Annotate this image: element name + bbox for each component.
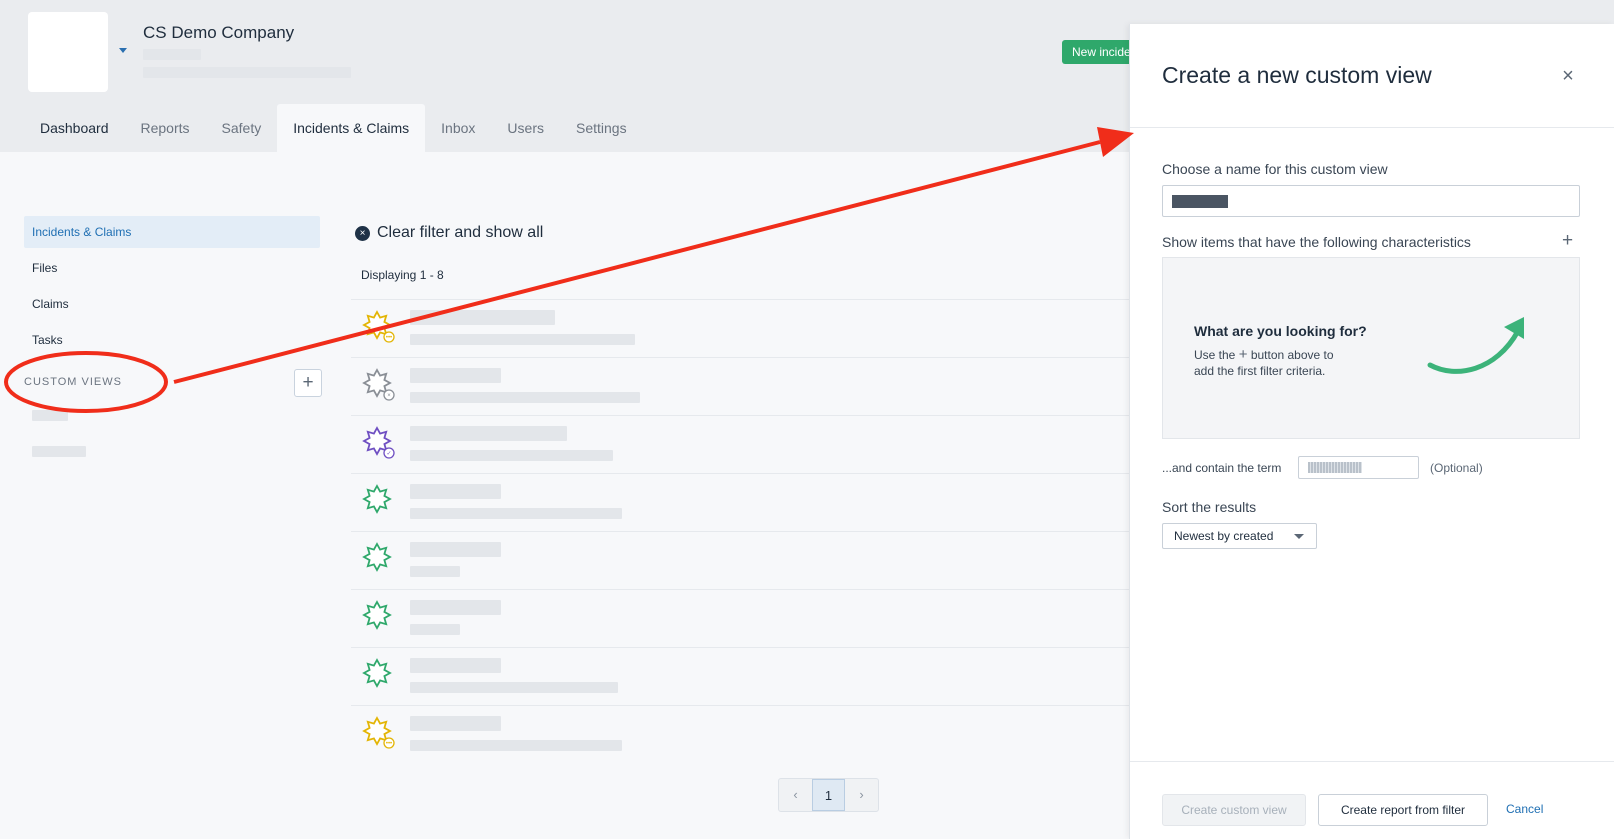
tab-reports[interactable]: Reports — [125, 104, 206, 152]
redacted-text — [1172, 195, 1228, 208]
next-page-button[interactable]: › — [845, 779, 878, 811]
displaying-count: Displaying 1 - 8 — [361, 268, 444, 282]
starburst-icon — [362, 600, 392, 630]
list-item[interactable] — [351, 647, 1131, 705]
clear-filter-icon: × — [355, 225, 370, 241]
term-label: ...and contain the term — [1162, 461, 1282, 475]
redacted-title — [410, 368, 501, 383]
redacted-subtitle — [410, 450, 613, 461]
list-item[interactable]: × — [351, 357, 1131, 415]
sidebar-item-claims[interactable]: Claims — [24, 288, 320, 320]
tab-dashboard[interactable]: Dashboard — [24, 104, 125, 152]
empty-desc-text: add the first filter criteria. — [1194, 364, 1326, 378]
redacted-subtitle — [410, 334, 635, 345]
empty-state-title: What are you looking for? — [1194, 323, 1367, 339]
redacted-subtitle — [410, 740, 622, 751]
tab-settings[interactable]: Settings — [560, 104, 643, 152]
redacted-subtitle — [410, 508, 622, 519]
current-page-button[interactable]: 1 — [812, 779, 845, 811]
starburst-icon: ✓ — [362, 426, 395, 459]
tab-incidents-claims[interactable]: Incidents & Claims — [277, 104, 426, 152]
add-filter-icon[interactable]: + — [1562, 230, 1573, 252]
custom-view-drawer: Create a new custom view × Choose a name… — [1129, 24, 1614, 839]
redacted-title — [410, 658, 501, 673]
add-custom-view-button[interactable]: + — [294, 369, 322, 397]
redacted-subtitle — [410, 566, 460, 577]
divider — [1130, 127, 1614, 128]
company-name: CS Demo Company — [143, 23, 295, 42]
svg-text:×: × — [387, 393, 391, 399]
redacted-title — [410, 310, 555, 325]
clear-filter-link[interactable]: × Clear filter and show all — [355, 224, 543, 242]
clear-filter-label: Clear filter and show all — [377, 224, 544, 241]
filter-empty-state: What are you looking for? Use the + butt… — [1162, 257, 1580, 439]
sidebar-item-files[interactable]: Files — [24, 252, 320, 284]
redacted-subtitle — [410, 624, 460, 635]
starburst-icon — [362, 484, 392, 514]
main-nav: Dashboard Reports Safety Incidents & Cla… — [24, 104, 643, 152]
redacted-title — [410, 426, 567, 441]
starburst-icon — [362, 658, 392, 688]
starburst-icon: ••• — [362, 310, 395, 343]
svg-text:•••: ••• — [386, 335, 392, 341]
chevron-down-icon — [1294, 534, 1304, 539]
empty-state-description: Use the + button above to add the first … — [1194, 347, 1334, 379]
close-icon[interactable]: × — [1554, 62, 1582, 90]
optional-hint: (Optional) — [1430, 461, 1483, 475]
starburst-icon: × — [362, 368, 395, 401]
company-switcher-caret-icon[interactable] — [119, 48, 127, 53]
characteristics-label: Show items that have the following chara… — [1162, 234, 1471, 250]
sort-select[interactable]: Newest by created — [1162, 523, 1317, 549]
starburst-icon: ••• — [362, 716, 395, 749]
list-item[interactable]: ✓ — [351, 415, 1131, 473]
redacted-text — [1308, 462, 1362, 473]
curved-arrow-icon — [1427, 317, 1524, 374]
custom-views-heading: CUSTOM VIEWS — [24, 376, 122, 388]
custom-view-item[interactable] — [32, 410, 68, 421]
custom-view-item[interactable] — [32, 446, 86, 457]
tab-safety[interactable]: Safety — [206, 104, 278, 152]
list-item[interactable]: ••• — [351, 299, 1131, 357]
tab-users[interactable]: Users — [491, 104, 560, 152]
tab-inbox[interactable]: Inbox — [425, 104, 491, 152]
pagination: ‹ 1 › — [778, 778, 879, 812]
cancel-button[interactable]: Cancel — [1506, 802, 1543, 816]
svg-text:✓: ✓ — [386, 451, 391, 457]
redacted-text — [143, 49, 201, 60]
drawer-title: Create a new custom view — [1162, 62, 1432, 88]
view-name-label: Choose a name for this custom view — [1162, 161, 1388, 177]
redacted-text — [143, 67, 351, 78]
empty-desc-text: Use the — [1194, 348, 1236, 362]
term-input[interactable] — [1298, 456, 1419, 479]
plus-icon: + — [1238, 346, 1248, 363]
prev-page-button[interactable]: ‹ — [779, 779, 812, 811]
sort-label: Sort the results — [1162, 499, 1257, 515]
company-logo[interactable] — [28, 12, 108, 92]
create-custom-view-button[interactable]: Create custom view — [1162, 794, 1306, 826]
view-name-input[interactable] — [1162, 185, 1580, 217]
redacted-title — [410, 484, 501, 499]
sidebar-item-incidents-claims[interactable]: Incidents & Claims — [24, 216, 320, 248]
redacted-title — [410, 716, 501, 731]
list-item[interactable] — [351, 531, 1131, 589]
list-item[interactable] — [351, 473, 1131, 531]
redacted-title — [410, 542, 501, 557]
divider — [1130, 761, 1614, 762]
list-item[interactable]: ••• — [351, 705, 1131, 763]
redacted-subtitle — [410, 392, 640, 403]
create-report-button[interactable]: Create report from filter — [1318, 794, 1488, 826]
sort-value: Newest by created — [1174, 529, 1274, 543]
redacted-title — [410, 600, 501, 615]
redacted-subtitle — [410, 682, 618, 693]
empty-desc-text: button above to — [1250, 348, 1334, 362]
starburst-icon — [362, 542, 392, 572]
sidebar-item-tasks[interactable]: Tasks — [24, 324, 320, 356]
svg-text:•••: ••• — [386, 741, 392, 747]
list-item[interactable] — [351, 589, 1131, 647]
